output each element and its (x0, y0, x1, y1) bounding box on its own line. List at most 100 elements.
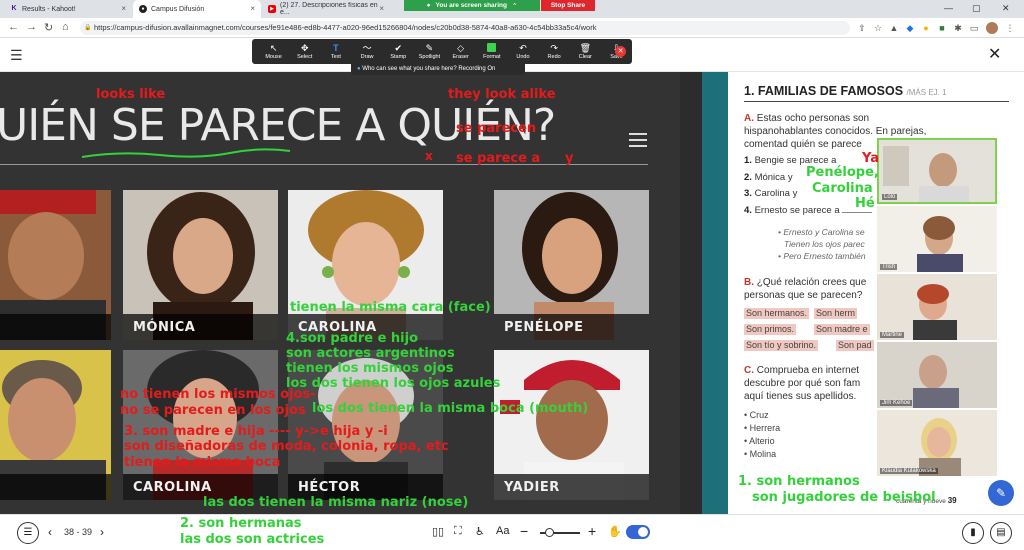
recording-notice[interactable]: ● Who can see what you share here? Recor… (351, 64, 525, 75)
close-tab-icon[interactable]: × (379, 4, 384, 13)
photo-card[interactable]: E (0, 190, 111, 340)
accessibility-icon[interactable]: ♿ (475, 525, 485, 538)
relation-tag: Son hermanos. (744, 308, 810, 319)
close-toolbar-icon[interactable]: ✕ (615, 46, 626, 57)
hand-icon[interactable]: ✋ (608, 525, 622, 538)
participant-video[interactable]: Trish (877, 206, 997, 272)
notes-icon[interactable]: ▤ (990, 522, 1012, 544)
tool-format[interactable]: Format (476, 43, 507, 60)
stamp-icon: ✔ (394, 43, 403, 53)
photo-card[interactable]: PENÉLOPE (494, 190, 649, 340)
close-tab-icon[interactable]: × (121, 4, 126, 13)
sidebar-icon[interactable]: ▭ (968, 22, 980, 34)
tab-campus[interactable]: ● Campus Difusión × (133, 0, 261, 18)
photo-card[interactable]: TO (0, 350, 111, 500)
item-4: 4. Ernesto se parece a (744, 205, 873, 216)
person-icon: ● (357, 66, 361, 72)
maximize-icon[interactable]: ▢ (972, 3, 981, 14)
photo-caption: YADIER (494, 474, 649, 500)
extension-icon[interactable]: ■ (936, 22, 948, 34)
tool-draw[interactable]: 〜 Draw (352, 43, 383, 60)
chevron-left-icon[interactable]: ‹ (48, 525, 52, 539)
lock-icon: 🔒 (84, 25, 92, 31)
two-page-icon[interactable]: ▯▯ (432, 525, 444, 538)
puzzle-icon[interactable]: ✱ (952, 22, 964, 34)
share-icon[interactable]: ⇪ (856, 22, 868, 34)
home-icon[interactable]: ⌂ (62, 21, 69, 33)
participant-video[interactable]: Lolo (877, 138, 997, 204)
list-icon[interactable]: ☰ (17, 522, 39, 544)
extension-icon[interactable]: ◆ (904, 22, 916, 34)
example-line: • Pero Ernesto también (778, 251, 866, 261)
sharing-label: You are screen sharing (435, 2, 507, 9)
chevron-right-icon[interactable]: › (100, 525, 104, 539)
menu-icon[interactable]: ☰ (10, 47, 23, 64)
surname-item: • Alterio (744, 436, 775, 446)
address-bar[interactable]: 🔒 https://campus-difusion.avallainmagnet… (80, 21, 850, 35)
zoom-out-icon[interactable]: − (520, 523, 528, 539)
extension-icon[interactable]: ● (920, 22, 932, 34)
section-a-line: hispanohablantes conocidos. En parejas, (744, 126, 927, 137)
zoom-slider-knob[interactable] (545, 528, 554, 537)
participant-name: Jim Kehoe (880, 400, 913, 406)
annotation-toggle[interactable] (626, 525, 650, 539)
color-swatch-icon (487, 43, 497, 52)
tool-spotlight[interactable]: ✎ Spotlight (414, 43, 445, 60)
tool-eraser[interactable]: ◇ Eraser (445, 43, 476, 60)
stop-share-button[interactable]: Stop Share (541, 0, 595, 11)
photo-card[interactable]: YADIER (494, 350, 649, 500)
annotation-text: tienen la misma boca (124, 455, 281, 470)
reader-bottom-bar: ☰ ‹ 38 - 39 › ▯▯ ⛶ ♿ Aa − + ✋ ▮ ▤ (0, 514, 1024, 550)
annotation-text: looks like (96, 87, 166, 102)
photo-caption: TO (0, 474, 111, 500)
participant-video[interactable]: Jim Kehoe (877, 342, 997, 408)
chevron-up-icon[interactable]: ⌃ (512, 2, 517, 10)
book-spine (702, 72, 728, 514)
annotation-text: 4.son padre e hijo (286, 331, 419, 346)
tool-mouse[interactable]: ↖ Mouse (258, 43, 289, 60)
close-icon[interactable]: ✕ (988, 44, 1001, 64)
screen-sharing-indicator: ● You are screen sharing ⌃ (404, 0, 540, 11)
tab-youtube[interactable]: ▶ (2) 27. Descripciones físicas en e... … (262, 0, 390, 18)
tool-stamp[interactable]: ✔ Stamp (383, 43, 414, 60)
photo-card[interactable]: CAROLINA (288, 190, 443, 340)
close-tab-icon[interactable]: × (250, 4, 255, 13)
drive-icon[interactable]: ▲ (888, 22, 900, 34)
forward-icon[interactable]: → (26, 21, 37, 33)
tool-select[interactable]: ✥ Select (289, 43, 320, 60)
fullscreen-icon[interactable]: ⛶ (454, 525, 462, 538)
tab-title: (2) 27. Descripciones físicas en e... (280, 2, 378, 16)
edit-icon[interactable]: ✎ (988, 480, 1014, 506)
section-b: B. ¿Qué relación crees que (744, 277, 867, 288)
reload-icon[interactable]: ↻ (44, 21, 53, 34)
section-c: C. Comprueba en internet (744, 365, 860, 376)
annotation-text: no se parecen en los ojos (120, 403, 306, 418)
participant-video[interactable]: Martine (877, 274, 997, 340)
back-icon[interactable]: ← (8, 21, 19, 33)
exercise-title: 1. FAMILIAS DE FAMOSOS /MÁS EJ. 1 (744, 84, 947, 98)
annotation-text: se parecen (456, 121, 537, 136)
minimize-icon[interactable]: — (944, 3, 953, 13)
participant-video[interactable]: Klaudia Kulakowska (877, 410, 997, 476)
tool-undo[interactable]: ↶ Undo (507, 43, 538, 60)
annotation-text: they look alike (448, 87, 556, 102)
photo-card[interactable]: MÓNICA (123, 190, 278, 340)
zoom-in-icon[interactable]: + (588, 523, 596, 539)
title-divider (0, 164, 648, 165)
tool-text[interactable]: T Text (320, 43, 351, 60)
avatar[interactable] (986, 22, 998, 34)
close-window-icon[interactable]: ✕ (1002, 3, 1010, 14)
relation-tag: Son primos. (744, 324, 797, 335)
video-frame (877, 342, 997, 408)
more-icon[interactable]: ⋮ (1004, 22, 1016, 34)
star-icon[interactable]: ☆ (872, 22, 884, 34)
tab-kahoot[interactable]: K Results - Kahoot! × (4, 0, 132, 18)
tool-clear[interactable]: 🗑 Clear (570, 43, 601, 60)
tool-redo[interactable]: ↷ Redo (539, 43, 570, 60)
annotation-text: Penélope, (806, 165, 879, 180)
video-frame (877, 410, 997, 476)
eraser-icon: ◇ (457, 43, 465, 53)
slide-menu-icon[interactable] (629, 133, 647, 151)
text-size-icon[interactable]: Aa (496, 525, 509, 537)
bookmark-icon[interactable]: ▮ (962, 522, 984, 544)
